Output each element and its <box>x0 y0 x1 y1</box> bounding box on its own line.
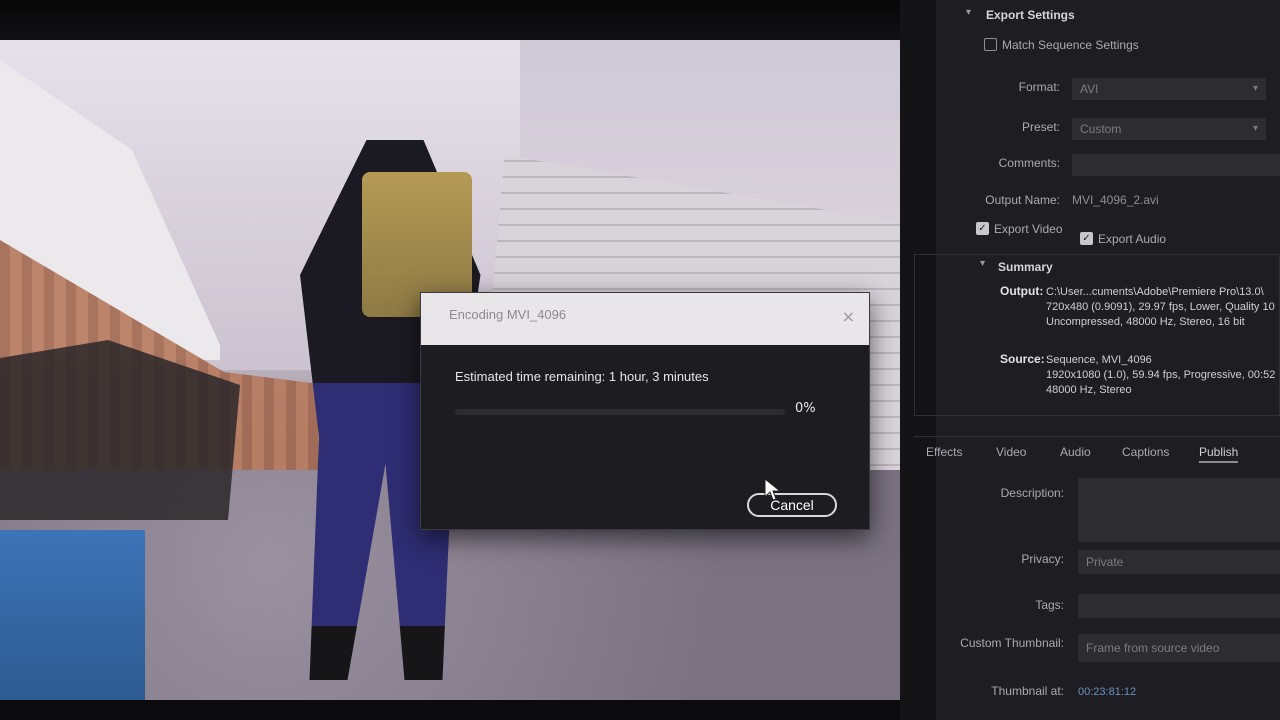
summary-source-line: Sequence, MVI_4096 <box>1046 354 1152 366</box>
mouse-cursor-icon <box>764 478 782 501</box>
chevron-down-icon[interactable]: ▾ <box>966 7 971 18</box>
thumbnail-at-label: Thumbnail at: <box>991 684 1064 698</box>
chevron-down-icon: ▾ <box>1252 123 1258 134</box>
progress-percent: 0% <box>795 401 816 416</box>
custom-thumbnail-value: Frame from source video <box>1086 641 1220 655</box>
time-remaining-text: Estimated time remaining: 1 hour, 3 minu… <box>455 369 709 384</box>
progress-bar <box>455 409 785 415</box>
dialog-title: Encoding MVI_4096 <box>449 307 567 322</box>
preset-select[interactable]: Custom ▾ <box>1072 118 1266 140</box>
preset-value: Custom <box>1080 122 1122 136</box>
export-audio-label: Export Audio <box>1098 232 1167 246</box>
custom-thumbnail-label: Custom Thumbnail: <box>960 636 1064 650</box>
export-video-label: Export Video <box>994 222 1063 236</box>
description-input[interactable] <box>1078 478 1280 542</box>
summary-output-key: Output: <box>1000 284 1044 298</box>
tab-publish[interactable]: Publish <box>1199 445 1239 463</box>
comments-label: Comments: <box>998 156 1060 170</box>
encoding-dialog: Encoding MVI_4096 × Estimated time remai… <box>420 292 870 530</box>
tags-input[interactable] <box>1078 594 1280 618</box>
format-select[interactable]: AVI ▾ <box>1072 78 1266 100</box>
format-label: Format: <box>1018 80 1060 94</box>
cancel-button[interactable]: Cancel <box>747 493 837 517</box>
summary-output-line: Uncompressed, 48000 Hz, Stereo, 16 bit <box>1046 316 1245 328</box>
privacy-label: Privacy: <box>1021 552 1064 566</box>
privacy-select[interactable]: Private <box>1078 550 1280 574</box>
output-name-label: Output Name: <box>985 193 1060 207</box>
summary-source-key: Source: <box>1000 352 1045 366</box>
dialog-titlebar[interactable]: Encoding MVI_4096 × <box>421 293 869 345</box>
summary-source-line: 48000 Hz, Stereo <box>1046 384 1132 396</box>
comments-input[interactable] <box>1072 154 1280 176</box>
tab-audio[interactable]: Audio <box>1060 445 1091 459</box>
export-video-checkbox[interactable]: ✓ <box>976 222 989 235</box>
privacy-value: Private <box>1086 555 1124 569</box>
format-value: AVI <box>1080 82 1099 96</box>
thumbnail-at-timecode[interactable]: 00:23:81:12 <box>1078 686 1136 698</box>
summary-output-line: C:\User...cuments\Adobe\Premiere Pro\13.… <box>1046 286 1264 298</box>
tags-label: Tags: <box>1035 598 1064 612</box>
summary-output-line: 720x480 (0.9091), 29.97 fps, Lower, Qual… <box>1046 301 1275 313</box>
close-icon[interactable]: × <box>842 307 855 326</box>
export-settings-panel: ▾ Export Settings Match Sequence Setting… <box>900 0 1280 720</box>
match-sequence-label: Match Sequence Settings <box>1002 38 1139 52</box>
custom-thumbnail-select[interactable]: Frame from source video <box>1078 634 1280 662</box>
export-audio-checkbox[interactable]: ✓ <box>1080 232 1093 245</box>
tab-captions[interactable]: Captions <box>1122 445 1169 459</box>
export-settings-title: Export Settings <box>986 8 1075 22</box>
preset-label: Preset: <box>1021 120 1060 134</box>
preview-toolbox <box>0 530 145 700</box>
tab-video[interactable]: Video <box>996 445 1026 459</box>
description-label: Description: <box>1000 486 1064 500</box>
match-sequence-checkbox[interactable] <box>984 38 997 51</box>
output-name-link[interactable]: MVI_4096_2.avi <box>1072 193 1159 207</box>
summary-source-line: 1920x1080 (1.0), 59.94 fps, Progressive,… <box>1046 369 1276 381</box>
settings-tabs: Effects Video Audio Captions Publish <box>914 436 1280 467</box>
tab-effects[interactable]: Effects <box>926 445 962 459</box>
chevron-down-icon: ▾ <box>1252 83 1258 94</box>
